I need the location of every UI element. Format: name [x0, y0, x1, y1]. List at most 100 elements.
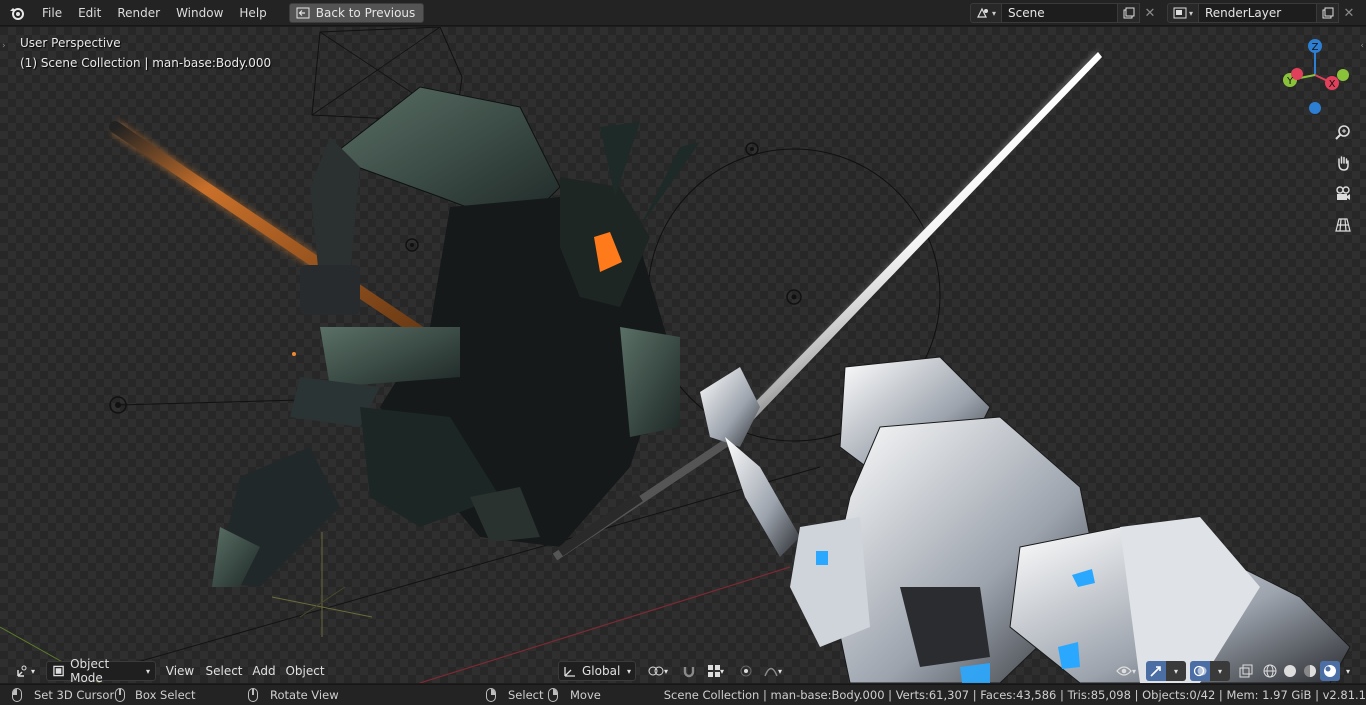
pan-hand-icon[interactable] — [1330, 150, 1356, 176]
chevron-down-icon: ▾ — [1188, 8, 1193, 18]
chevron-down-icon: ▾ — [1345, 666, 1350, 676]
shading-solid-button[interactable] — [1280, 661, 1300, 681]
snap-target-dropdown[interactable]: ▾ — [700, 661, 732, 681]
solid-sphere-icon — [1284, 665, 1296, 677]
status-move: Move — [548, 688, 601, 702]
gizmo-x-label: X — [1329, 79, 1336, 90]
menu-render[interactable]: Render — [109, 0, 168, 26]
chevron-down-icon: ▾ — [626, 666, 631, 676]
object-visibility-dropdown[interactable]: ▾ — [1110, 661, 1142, 681]
delete-scene-button[interactable]: ✕ — [1140, 3, 1160, 23]
gizmo-options-dropdown[interactable]: ▾ — [1166, 661, 1186, 681]
shading-options-dropdown[interactable]: ▾ — [1340, 661, 1356, 681]
object-mode-dropdown[interactable]: Object Mode ▾ — [46, 657, 156, 683]
image-icon — [1173, 7, 1187, 19]
sidebar-toggle-icon[interactable]: ‹ — [1360, 41, 1364, 51]
wireframe-sphere-icon — [1263, 664, 1277, 678]
overlays-options-dropdown[interactable]: ▾ — [1210, 661, 1230, 681]
eye-icon — [1116, 666, 1132, 676]
object-mode-icon — [53, 665, 64, 677]
view-layer-browse-dropdown[interactable]: ▾ — [1167, 3, 1199, 23]
pivot-point-dropdown[interactable]: ▾ — [642, 661, 674, 681]
gizmo-icon — [1150, 666, 1161, 677]
status-move-label: Move — [570, 688, 601, 702]
menu-edit[interactable]: Edit — [70, 0, 109, 26]
menu-help[interactable]: Help — [231, 0, 274, 26]
viewport-perspective-label: User Perspective — [20, 36, 121, 50]
status-bar: Set 3D Cursor Box Select Rotate View Sel… — [0, 684, 1366, 705]
mouse-right-drag-icon — [548, 688, 558, 702]
back-button-label: Back to Previous — [315, 5, 416, 20]
menu-add[interactable]: Add — [250, 661, 278, 681]
close-icon: ✕ — [1144, 5, 1156, 21]
menu-view[interactable]: View — [164, 661, 196, 681]
falloff-curve-icon — [764, 667, 778, 677]
mouse-middle-icon — [248, 688, 258, 702]
scene-icon — [977, 7, 988, 18]
chevron-down-icon: ▾ — [1217, 666, 1222, 676]
chevron-down-icon: ▾ — [719, 666, 724, 676]
status-rotate-view: Rotate View — [248, 688, 339, 702]
overlays-icon — [1193, 665, 1207, 677]
status-select: Select — [486, 688, 543, 702]
back-to-previous-button[interactable]: Back to Previous — [288, 2, 425, 23]
menu-file[interactable]: File — [34, 0, 70, 26]
chevron-down-icon: ▾ — [1131, 666, 1136, 676]
show-gizmo-toggle[interactable] — [1146, 661, 1166, 681]
gizmo-y-label: Y — [1286, 76, 1294, 87]
scene-render — [0, 27, 1351, 683]
proportional-falloff-dropdown[interactable]: ▾ — [758, 661, 788, 681]
shading-wireframe-button[interactable] — [1260, 661, 1280, 681]
duplicate-icon — [1322, 7, 1333, 19]
status-select-label: Select — [508, 688, 544, 702]
show-overlays-toggle[interactable] — [1190, 661, 1210, 681]
shading-material-button[interactable] — [1300, 661, 1320, 681]
blender-logo-icon[interactable] — [0, 0, 34, 26]
snap-toggle[interactable] — [678, 661, 700, 681]
xray-toggle[interactable] — [1236, 661, 1256, 681]
top-bar: File Edit Render Window Help Back to Pre… — [0, 0, 1366, 26]
close-icon: ✕ — [1343, 5, 1355, 21]
status-box-select-label: Box Select — [135, 688, 196, 702]
chevron-down-icon: ▾ — [663, 666, 668, 676]
toolbar-toggle-icon[interactable]: › — [2, 41, 6, 51]
mouse-left-icon — [12, 688, 22, 702]
menu-select[interactable]: Select — [204, 661, 244, 681]
orthographic-grid-icon[interactable] — [1330, 212, 1356, 238]
editor-type-dropdown[interactable]: ▾ — [10, 661, 40, 681]
scene-selector: ▾ Scene ✕ — [970, 3, 1160, 23]
chevron-down-icon: ▾ — [991, 8, 996, 18]
magnet-icon — [683, 667, 695, 678]
proportional-editing-toggle[interactable] — [736, 661, 756, 681]
rendered-sphere-icon — [1324, 665, 1336, 677]
global-axes-icon — [564, 667, 575, 677]
back-arrow-icon — [296, 7, 310, 18]
scene-name-field[interactable]: Scene — [1002, 3, 1118, 23]
new-view-layer-button[interactable] — [1317, 3, 1339, 23]
gizmo-z-label: Z — [1312, 42, 1319, 53]
transform-orientation-dropdown[interactable]: Global ▾ — [558, 661, 636, 681]
3d-viewport[interactable]: User Perspective (1) Scene Collection | … — [0, 27, 1366, 683]
new-scene-button[interactable] — [1118, 3, 1140, 23]
duplicate-icon — [1123, 7, 1134, 19]
status-set-cursor-label: Set 3D Cursor — [34, 688, 115, 702]
camera-view-icon[interactable] — [1330, 181, 1356, 207]
chevron-down-icon: ▾ — [1173, 666, 1178, 676]
viewport-collection-label: (1) Scene Collection | man-base:Body.000 — [20, 56, 272, 70]
object-mode-label: Object Mode — [70, 657, 110, 683]
menu-window[interactable]: Window — [168, 0, 231, 26]
navigation-gizmo[interactable]: Z X Y — [1278, 35, 1352, 115]
render-layer-field[interactable]: RenderLayer — [1199, 3, 1317, 23]
shading-rendered-button[interactable] — [1320, 661, 1340, 681]
3d-viewport-icon — [17, 665, 27, 677]
menu-object[interactable]: Object — [284, 661, 326, 681]
zoom-icon[interactable] — [1330, 120, 1356, 146]
transform-orientation-label: Global — [582, 664, 621, 678]
status-box-select: Box Select — [115, 688, 196, 702]
chevron-down-icon: ▾ — [145, 666, 150, 676]
render-layer-selector: ▾ RenderLayer ✕ — [1167, 3, 1359, 23]
material-sphere-icon — [1304, 665, 1316, 677]
delete-view-layer-button[interactable]: ✕ — [1339, 3, 1359, 23]
scene-browse-dropdown[interactable]: ▾ — [970, 3, 1002, 23]
mouse-drag-icon — [115, 688, 125, 702]
